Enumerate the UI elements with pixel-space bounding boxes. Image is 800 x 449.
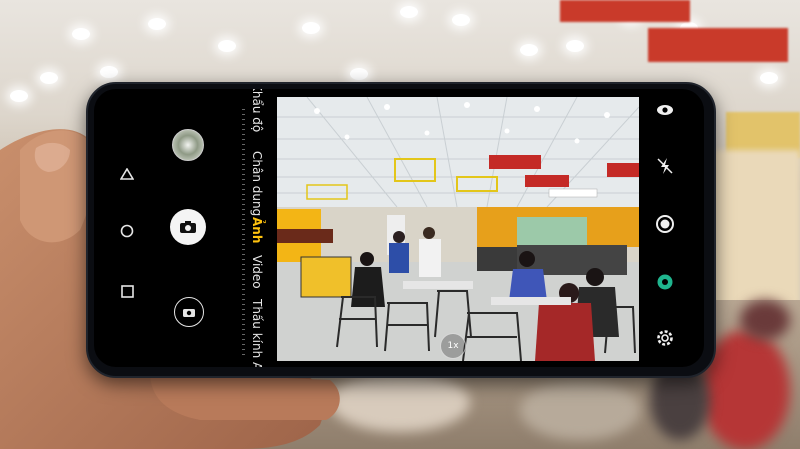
- back-triangle-icon[interactable]: [119, 165, 135, 184]
- store-interior-scene: [277, 97, 639, 361]
- eye-icon[interactable]: [652, 97, 678, 123]
- camera-viewfinder[interactable]: 1x: [277, 97, 639, 361]
- ceiling-light: [72, 28, 90, 40]
- ceiling-light: [350, 68, 368, 80]
- gallery-thumbnail[interactable]: [172, 129, 204, 161]
- mode-portrait[interactable]: Chân dung: [250, 151, 264, 216]
- person-head: [740, 300, 790, 340]
- ceiling-light: [218, 40, 236, 52]
- settings-gear-icon[interactable]: [652, 325, 678, 351]
- ceiling-light: [566, 40, 584, 52]
- ceiling-light: [148, 18, 166, 30]
- ceiling-light: [100, 66, 118, 78]
- ceiling-light: [520, 44, 538, 56]
- ceiling-light: [760, 72, 778, 84]
- ceiling-light: [10, 90, 28, 102]
- table: [330, 372, 470, 432]
- home-circle-icon[interactable]: [120, 223, 134, 242]
- phone-screen: Khẩu độ Chân dung Ảnh Video Thấu kính AI: [94, 89, 704, 367]
- zoom-level-button[interactable]: 1x: [440, 333, 466, 359]
- mode-scale-ticks: [242, 109, 245, 359]
- camera-mode-strip: Khẩu độ Chân dung Ảnh Video Thấu kính AI: [242, 89, 276, 367]
- mode-ai-lens[interactable]: Thấu kính AI: [250, 299, 264, 367]
- mode-photo[interactable]: Ảnh: [250, 217, 264, 243]
- mode-video[interactable]: Video: [250, 255, 264, 289]
- table: [520, 380, 640, 440]
- store-shelf: [712, 150, 800, 310]
- ceiling-light: [40, 72, 58, 84]
- ceiling-light: [452, 14, 470, 26]
- store-sign: [648, 28, 788, 62]
- hdr-ring-icon[interactable]: [652, 211, 678, 237]
- shutter-button[interactable]: [170, 209, 206, 245]
- ceiling-light: [400, 6, 418, 18]
- camera-icon: [180, 221, 196, 233]
- store-sign: [560, 0, 690, 22]
- flash-off-icon[interactable]: [652, 153, 678, 179]
- filter-icon[interactable]: [652, 269, 678, 295]
- ceiling-light: [302, 22, 320, 34]
- recents-square-icon[interactable]: [121, 283, 134, 302]
- mode-aperture[interactable]: Khẩu độ: [250, 89, 264, 132]
- switch-camera-icon[interactable]: [174, 297, 204, 327]
